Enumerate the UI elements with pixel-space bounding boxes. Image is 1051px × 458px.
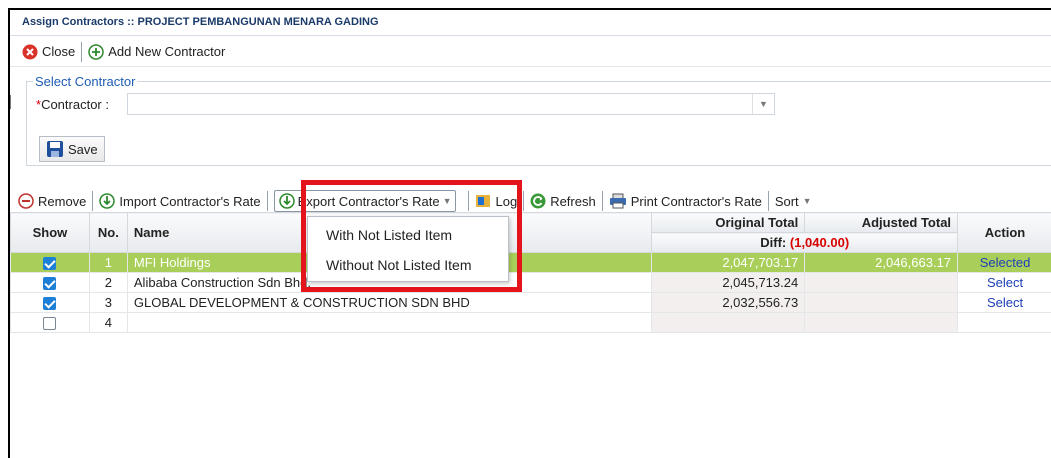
adjusted-total [804, 312, 959, 333]
log-icon [475, 193, 491, 209]
adjusted-total: 2,046,663.17 [804, 252, 959, 273]
show-cell[interactable] [10, 292, 90, 313]
diff-label: Diff: [760, 235, 787, 250]
remove-label: Remove [38, 193, 87, 209]
original-total: 2,032,556.73 [651, 292, 806, 313]
table-row[interactable]: 4 [10, 312, 1051, 333]
toolbar-divider [266, 191, 268, 211]
row-number: 1 [88, 252, 128, 273]
select-action-link[interactable] [957, 312, 1051, 333]
column-header-adjusted-total[interactable]: Adjusted Total [804, 212, 959, 233]
show-checkbox[interactable] [43, 297, 57, 311]
select-action-link[interactable]: Select [957, 292, 1051, 313]
remove-icon [18, 193, 34, 209]
select-contractor-legend: Select Contractor [35, 74, 136, 89]
assign-contractors-window: Assign Contractors :: PROJECT PEMBANGUNA… [8, 8, 1051, 458]
export-dropdown-menu: With Not Listed Item Without Not Listed … [307, 216, 509, 282]
original-total: 2,045,713.24 [651, 272, 806, 293]
resize-handle [10, 95, 14, 109]
chevron-down-icon: ▼ [442, 196, 452, 206]
export-label: Export Contractor's Rate [297, 193, 440, 209]
import-label: Import Contractor's Rate [119, 193, 261, 209]
table-row[interactable]: 1 MFI Holdings 2,047,703.17 2,046,663.17 Sel… [10, 252, 1051, 273]
chevron-down-icon[interactable]: ▼ [752, 94, 774, 114]
row-number: 4 [88, 312, 128, 333]
table-row[interactable]: 3 GLOBAL DEVELOPMENT & CONSTRUCTION SDN B… [10, 292, 1051, 313]
export-rate-button[interactable]: Export Contractor's Rate ▼ [273, 190, 457, 212]
refresh-button[interactable]: Refresh [530, 193, 596, 209]
add-new-contractor-button[interactable]: Add New Contractor [88, 43, 226, 60]
log-button[interactable]: Log [475, 193, 517, 209]
printer-icon [609, 193, 627, 209]
row-number: 3 [88, 292, 128, 313]
contractor-select[interactable]: ▼ [127, 93, 775, 115]
column-header-no[interactable]: No. [88, 212, 128, 253]
contractor-name: GLOBAL DEVELOPMENT & CONSTRUCTION SDN BH… [126, 292, 653, 313]
close-icon [22, 44, 38, 60]
import-icon [99, 193, 116, 209]
close-label: Close [42, 44, 76, 59]
adjusted-total [804, 292, 959, 313]
export-menu-item-without-not-listed[interactable]: Without Not Listed Item [326, 257, 472, 273]
sort-label: Sort [774, 193, 799, 209]
row-number: 2 [88, 272, 128, 293]
diff-value: (1,040.00) [789, 235, 850, 250]
select-action-link[interactable]: Selected [957, 252, 1051, 273]
contractor-name [126, 312, 653, 333]
save-icon [46, 140, 64, 158]
save-button[interactable]: Save [39, 136, 105, 162]
close-button[interactable]: Close [22, 44, 75, 60]
add-label: Add New Contractor [108, 44, 226, 59]
remove-button[interactable]: Remove [18, 193, 86, 209]
toolbar-divider [523, 191, 525, 211]
toolbar-divider [92, 191, 94, 211]
save-label: Save [68, 141, 98, 157]
column-header-show[interactable]: Show [10, 212, 90, 253]
show-cell[interactable] [10, 252, 90, 273]
print-rate-button[interactable]: Print Contractor's Rate [609, 193, 762, 209]
toolbar-divider [81, 41, 83, 62]
original-total [651, 312, 806, 333]
show-cell[interactable] [10, 272, 90, 293]
chevron-down-icon: ▼ [802, 196, 812, 206]
print-label: Print Contractor's Rate [630, 193, 762, 209]
contractor-label: *Contractor : [36, 97, 109, 112]
show-checkbox[interactable] [43, 277, 57, 291]
table-row[interactable]: 2 Alibaba Construction Sdn Bhd. 2,045,713.… [10, 272, 1051, 293]
select-contractor-panel: Select Contractor *Contractor : ▼ Save [26, 74, 1051, 166]
show-cell[interactable] [10, 312, 90, 333]
column-header-action[interactable]: Action [957, 212, 1051, 253]
main-toolbar: Close Add New Contractor [10, 37, 1051, 67]
column-header-original-total[interactable]: Original Total [651, 212, 806, 233]
export-menu-item-with-not-listed[interactable]: With Not Listed Item [326, 227, 452, 243]
log-label: Log [495, 193, 518, 209]
grid-toolbar: Remove Import Contractor's Rate Export C… [10, 188, 1051, 214]
diff-summary: Diff: (1,040.00) [651, 232, 959, 253]
show-checkbox[interactable] [43, 257, 57, 271]
original-total: 2,047,703.17 [651, 252, 806, 273]
sort-button[interactable]: Sort ▼ [775, 194, 812, 209]
toolbar-divider [601, 191, 603, 211]
import-rate-button[interactable]: Import Contractor's Rate [99, 193, 261, 209]
toolbar-divider [468, 191, 470, 211]
contractors-grid: Show No. Name Original Total Adjusted To… [10, 212, 1051, 333]
window-title: Assign Contractors :: PROJECT PEMBANGUNA… [10, 10, 1051, 36]
refresh-icon [530, 193, 546, 209]
add-icon [88, 43, 104, 60]
refresh-label: Refresh [550, 193, 596, 209]
contractor-label-text: Contractor : [41, 97, 109, 112]
select-action-link[interactable]: Select [957, 272, 1051, 293]
export-icon [278, 193, 295, 209]
adjusted-total [804, 272, 959, 293]
toolbar-divider [767, 191, 769, 211]
show-checkbox[interactable] [43, 317, 57, 331]
